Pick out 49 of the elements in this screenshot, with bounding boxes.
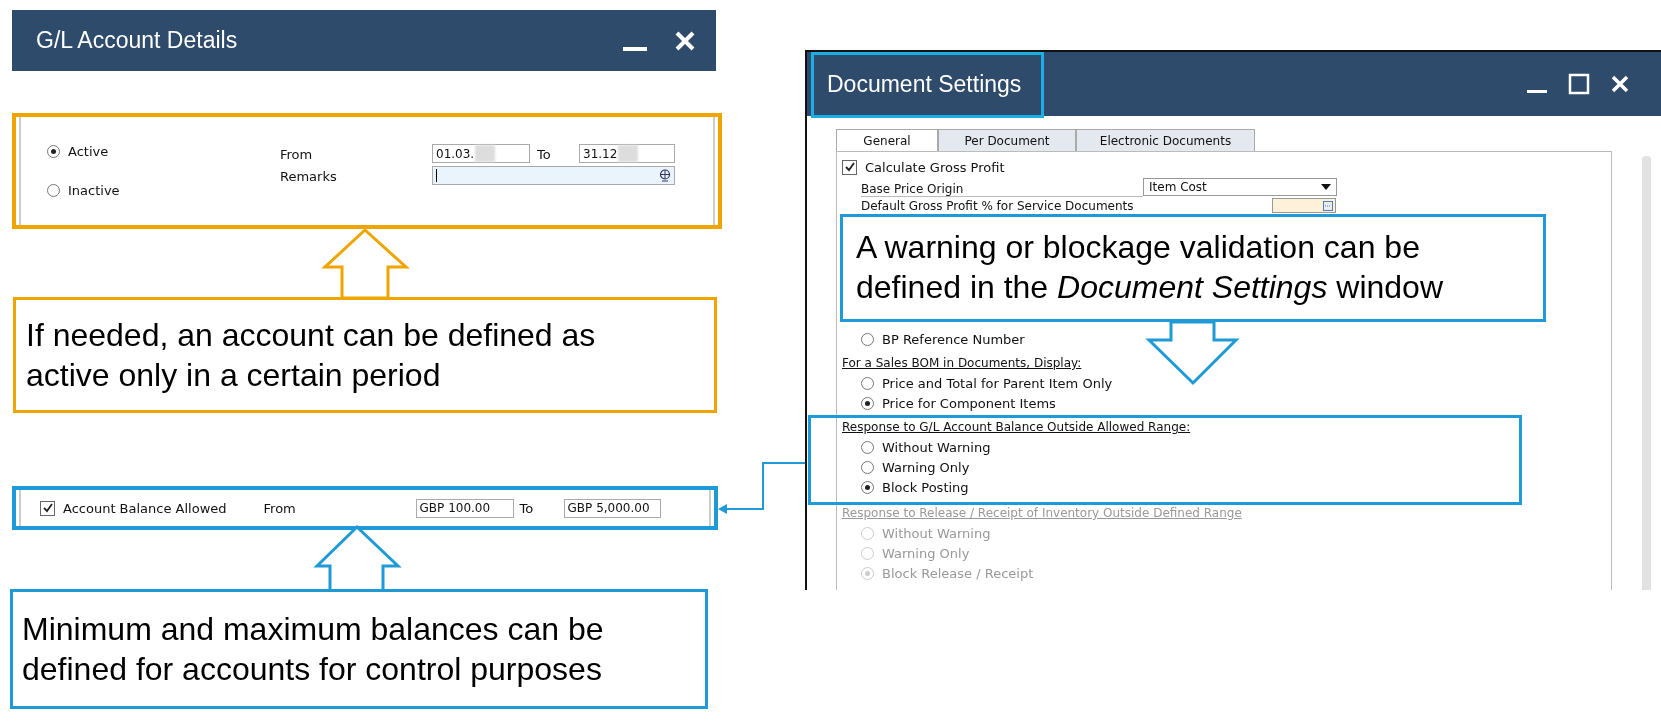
input-field[interactable] — [1272, 198, 1336, 213]
section-heading: Response to G/L Account Balance Outside Allowed Range: — [842, 420, 1191, 434]
tab[interactable]: General — [836, 129, 938, 151]
field-label: To — [518, 500, 535, 516]
field-label: From — [263, 500, 297, 516]
close-icon[interactable] — [674, 29, 696, 52]
dropdown[interactable]: Item Cost — [1143, 178, 1337, 196]
field-label: Default Gross Profit % for Service Documents — [861, 198, 1135, 213]
date-field[interactable]: 01.03. — [432, 144, 530, 163]
redaction-patch — [475, 145, 496, 162]
radio-option[interactable]: Without Warning — [861, 437, 991, 457]
checkmark-icon — [843, 161, 856, 173]
tab[interactable]: Per Document — [938, 129, 1076, 151]
callout-text: Minimum and maximum balances can be defined for accounts for control purposes — [10, 589, 708, 709]
radio-option: Warning Only — [861, 543, 970, 563]
field-label: To — [536, 146, 552, 162]
close-icon[interactable] — [1610, 74, 1630, 94]
radio-option[interactable]: Price for Component Items — [861, 393, 1056, 413]
list-icon[interactable] — [1323, 200, 1333, 211]
tab[interactable]: Electronic Documents — [1076, 129, 1255, 151]
window-title: G/L Account Details — [36, 27, 238, 54]
scrollbar[interactable] — [1642, 156, 1651, 590]
section-heading: Response to Release / Receipt of Inventory Outside Defined Range — [842, 506, 1242, 520]
radio-option[interactable]: Price and Total for Parent Item Only — [861, 373, 1113, 393]
redaction-patch — [618, 145, 639, 162]
field-label: From — [280, 146, 314, 162]
section-heading: For a Sales BOM in Documents, Display: — [842, 356, 1082, 370]
remarks-field[interactable] — [432, 166, 675, 185]
radio-option: Without Warning — [861, 523, 991, 543]
field-label: Base Price Origin — [861, 177, 1143, 197]
radio-option[interactable]: BP Reference Number — [861, 329, 1025, 349]
checkmark-icon — [41, 502, 54, 514]
globe-icon[interactable] — [659, 169, 671, 182]
checkbox[interactable]: Account Balance Allowed — [40, 500, 227, 516]
radio-option: Block Release / Receipt — [861, 563, 1034, 583]
amount-field[interactable]: GBP 5,000.00 — [563, 498, 661, 518]
checkbox[interactable]: Calculate Gross Profit — [842, 159, 1005, 175]
radio-option[interactable]: Active — [47, 144, 280, 159]
window-title: Document Settings — [827, 70, 1022, 98]
field-label: Remarks — [280, 168, 338, 184]
date-field[interactable]: 31.12 — [579, 144, 675, 163]
radio-option[interactable]: Inactive — [47, 183, 280, 198]
callout-text: A warning or blockage validation can be defined in the Document Settings window — [840, 214, 1546, 322]
caret-icon — [1321, 183, 1331, 191]
amount-field[interactable]: GBP 100.00 — [415, 498, 514, 518]
radio-option[interactable]: Block Posting — [861, 477, 969, 497]
callout-text: If needed, an account can be defined as active only in a certain period — [13, 297, 717, 413]
maximize-icon[interactable] — [1568, 73, 1590, 95]
radio-option[interactable]: Warning Only — [861, 457, 970, 477]
